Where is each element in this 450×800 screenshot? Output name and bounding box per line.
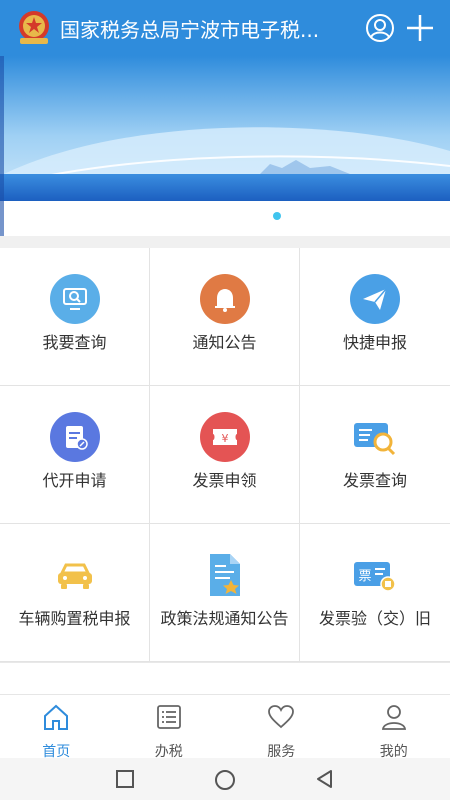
svg-text:¥: ¥ — [222, 432, 229, 445]
recent-apps-icon[interactable] — [115, 769, 135, 789]
car-icon — [50, 550, 100, 600]
content-spacer — [0, 662, 450, 694]
document-edit-icon — [50, 412, 100, 462]
bell-icon — [200, 274, 250, 324]
carousel-indicator-dot[interactable] — [273, 212, 281, 220]
service-grid: 我要查询 通知公告 快捷申报 代开申请 ¥ 发票申领 发票查询 车辆购置税申报 … — [0, 248, 450, 662]
grid-item-label: 发票申领 — [192, 471, 257, 490]
app-screen: 国家税务总局宁波市电子税... 我要查询 通知公告 快捷申报 代开申请 ¥ 发票… — [0, 0, 450, 800]
grid-item-policy[interactable]: 政策法规通知公告 — [150, 524, 300, 662]
grid-item-query[interactable]: 我要查询 — [0, 248, 150, 386]
policy-document-icon — [200, 550, 250, 600]
heart-icon — [268, 705, 294, 729]
back-icon[interactable] — [315, 769, 335, 789]
grid-item-invoice-query[interactable]: 发票查询 — [300, 386, 450, 524]
grid-item-label: 政策法规通知公告 — [160, 609, 289, 628]
tab-mine[interactable]: 我的 — [338, 695, 450, 760]
home-button-icon[interactable] — [214, 769, 236, 791]
app-header: 国家税务总局宁波市电子税... — [0, 0, 450, 56]
page-title: 国家税务总局宁波市电子税... — [60, 17, 320, 42]
grid-item-label: 通知公告 — [192, 333, 257, 352]
list-icon — [156, 705, 181, 729]
grid-item-label: 我要查询 — [42, 333, 107, 352]
tab-service[interactable]: 服务 — [225, 695, 338, 760]
section-divider — [0, 236, 450, 248]
grid-item-vehicle-tax[interactable]: 车辆购置税申报 — [0, 524, 150, 662]
monitor-search-icon — [50, 274, 100, 324]
add-icon[interactable] — [404, 12, 436, 44]
svg-text:票: 票 — [358, 569, 371, 584]
banner-carousel[interactable] — [0, 56, 450, 242]
system-navigation-bar — [0, 758, 450, 800]
grid-item-issue-request[interactable]: 代开申请 — [0, 386, 150, 524]
grid-item-notice[interactable]: 通知公告 — [150, 248, 300, 386]
invoice-verify-icon: 票 — [350, 550, 400, 600]
invoice-search-icon — [350, 412, 400, 462]
grid-item-invoice-verify[interactable]: 票 发票验（交）旧 — [300, 524, 450, 662]
user-icon — [381, 705, 406, 730]
grid-item-label: 发票验（交）旧 — [318, 609, 431, 628]
paper-plane-icon — [350, 274, 400, 324]
grid-item-label: 代开申请 — [42, 471, 107, 490]
grid-item-label: 发票查询 — [342, 471, 407, 490]
grid-item-invoice-apply[interactable]: ¥ 发票申领 — [150, 386, 300, 524]
grid-item-quick-declare[interactable]: 快捷申报 — [300, 248, 450, 386]
user-profile-icon[interactable] — [364, 12, 396, 44]
grid-item-label: 车辆购置税申报 — [18, 609, 131, 628]
home-icon — [44, 704, 68, 730]
tab-home[interactable]: 首页 — [0, 695, 113, 760]
invoice-ticket-icon: ¥ — [200, 412, 250, 462]
grid-item-label: 快捷申报 — [342, 333, 407, 352]
bottom-tab-bar: 首页 办税 服务 我的 — [0, 694, 450, 760]
tax-bureau-emblem-icon — [14, 8, 54, 48]
tab-tax[interactable]: 办税 — [113, 695, 226, 760]
